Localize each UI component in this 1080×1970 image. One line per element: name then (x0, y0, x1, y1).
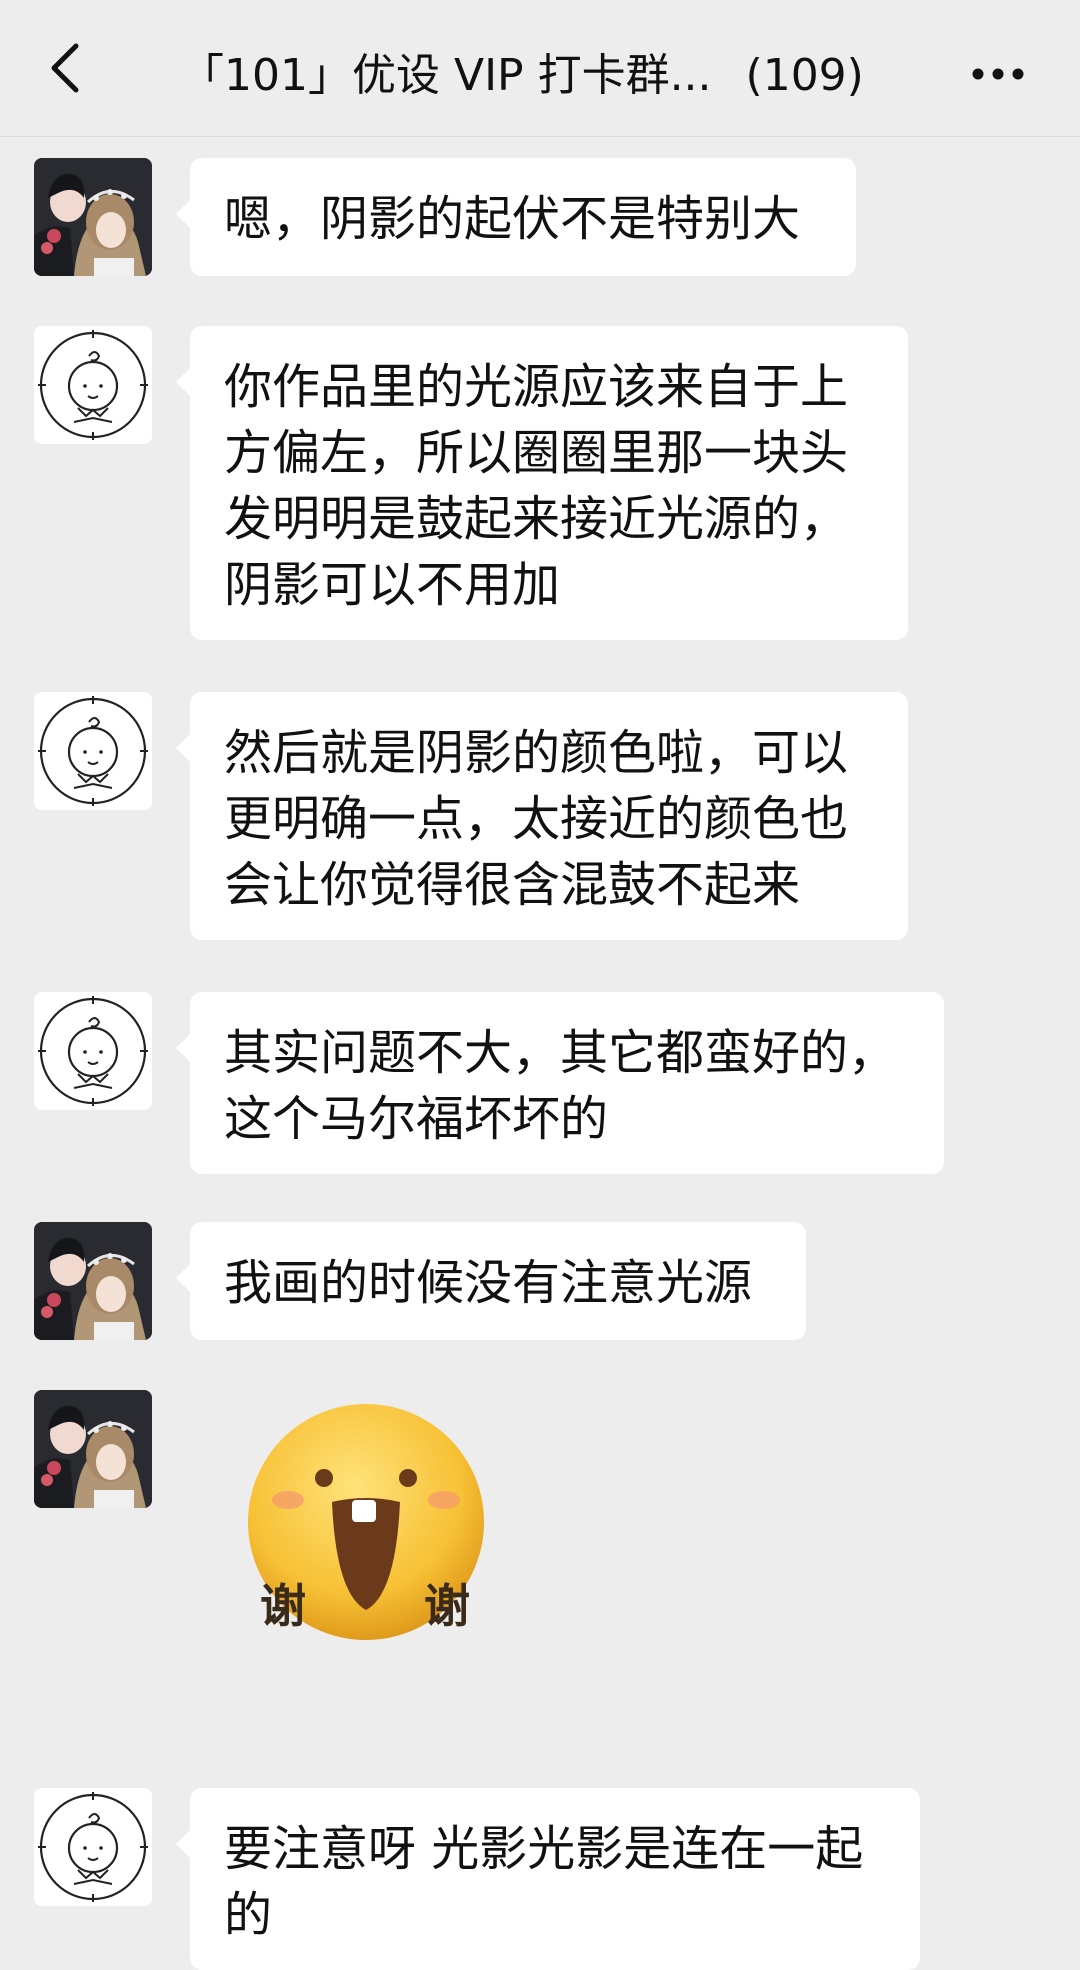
sketch-avatar-icon (34, 692, 152, 810)
sticker-text-right: 谢 (424, 1579, 470, 1633)
chat-header: 「101」优设 VIP 打卡群... (109) (0, 0, 1080, 137)
photo-avatar-icon (34, 1222, 152, 1340)
more-horizontal-icon (972, 68, 1024, 80)
group-name: 「101」优设 VIP 打卡群... (180, 50, 712, 101)
message-bubble[interactable]: 你作品里的光源应该来自于上 方偏左，所以圈圈里那一块头 发明明是鼓起来接近光源的… (176, 326, 908, 640)
sketch-avatar-icon (34, 992, 152, 1110)
sender-avatar[interactable] (34, 158, 152, 276)
message-bubble[interactable]: 嗯，阴影的起伏不是特别大 (176, 158, 856, 276)
sketch-avatar-icon (34, 326, 152, 444)
message-bubble[interactable]: 其实问题不大，其它都蛮好的， 这个马尔福坏坏的 (176, 992, 944, 1174)
photo-avatar-icon (34, 158, 152, 276)
back-button[interactable] (36, 38, 96, 98)
sender-avatar[interactable] (34, 1390, 152, 1508)
message-bubble[interactable]: 要注意呀 光影光影是连在一起 的 (176, 1788, 920, 1970)
sender-avatar[interactable] (34, 1788, 152, 1906)
message-bubble[interactable]: 我画的时候没有注意光源 (176, 1222, 806, 1340)
chat-title[interactable]: 「101」优设 VIP 打卡群... (109) (180, 46, 864, 106)
photo-avatar-icon (34, 1390, 152, 1508)
sticker-text-left: 谢 (260, 1579, 306, 1633)
sender-avatar[interactable] (34, 326, 152, 444)
thanks-smiley-sticker[interactable]: 谢 谢 (226, 1404, 506, 1654)
sketch-avatar-icon (34, 1788, 152, 1906)
sender-avatar[interactable] (34, 692, 152, 810)
sender-avatar[interactable] (34, 1222, 152, 1340)
member-count: (109) (745, 50, 864, 101)
smiley-sticker-icon: 谢 谢 (248, 1404, 484, 1640)
message-bubble[interactable]: 然后就是阴影的颜色啦，可以 更明确一点，太接近的颜色也 会让你觉得很含混鼓不起来 (176, 692, 908, 940)
sender-avatar[interactable] (34, 992, 152, 1110)
more-button[interactable] (968, 54, 1028, 94)
chevron-left-icon (51, 43, 79, 93)
